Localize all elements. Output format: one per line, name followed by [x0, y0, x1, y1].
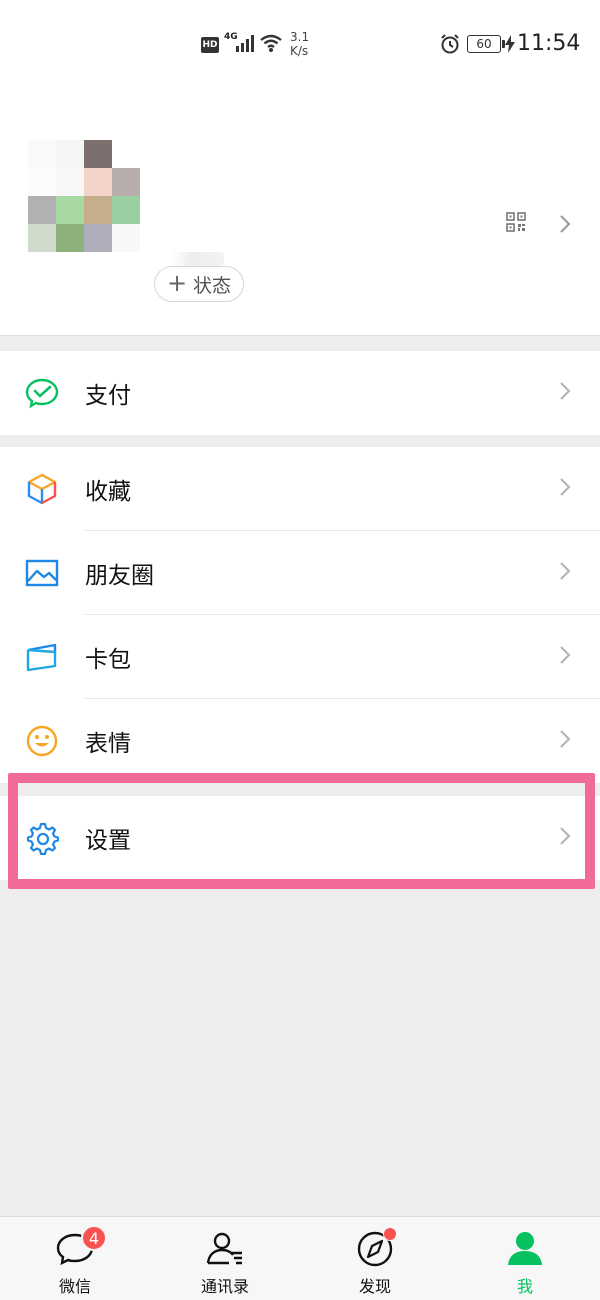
speed-value: 3.1	[290, 30, 310, 44]
chat-bubble-icon: 4	[55, 1225, 107, 1267]
person-icon	[505, 1229, 545, 1267]
alarm-icon	[439, 33, 461, 55]
menu-item-settings[interactable]: 设置	[0, 796, 600, 880]
menu-item-pay-label: 支付	[85, 383, 131, 409]
tab-discover[interactable]: 发现	[315, 1217, 435, 1300]
battery-indicator: 60	[467, 35, 505, 53]
avatar-pixel	[112, 140, 140, 168]
signal-icon	[236, 34, 256, 52]
avatar-pixel	[112, 196, 140, 224]
avatar-pixel	[84, 140, 112, 168]
chevron-right-icon	[558, 214, 572, 238]
smile-icon	[25, 724, 59, 758]
add-status-button[interactable]: + 状态	[154, 266, 244, 302]
profile-header[interactable]: + 状态	[0, 90, 600, 336]
menu-item-favorites[interactable]: 收藏	[0, 447, 600, 531]
chevron-right-icon	[558, 561, 572, 585]
avatar-pixel	[28, 140, 56, 168]
avatar-pixel	[84, 196, 112, 224]
chevron-right-icon	[558, 645, 572, 669]
contacts-icon	[205, 1229, 245, 1267]
menu-item-stickers[interactable]: 表情	[0, 699, 600, 783]
avatar-pixel	[56, 140, 84, 168]
avatar-pixel	[112, 224, 140, 252]
bottom-tab-bar: 4 微信 通讯录 发现 我	[0, 1216, 600, 1300]
tab-chats[interactable]: 4 微信	[15, 1217, 135, 1300]
menu-item-stickers-label: 表情	[85, 731, 131, 757]
avatar-pixel	[28, 224, 56, 252]
avatar-pixel	[28, 196, 56, 224]
menu-item-cards[interactable]: 卡包	[0, 615, 600, 699]
status-button-label: 状态	[193, 274, 232, 297]
charging-icon	[505, 35, 515, 53]
avatar-pixel	[84, 224, 112, 252]
gear-icon	[25, 821, 60, 856]
avatar-pixel	[56, 196, 84, 224]
battery-level: 60	[467, 35, 501, 53]
tab-me[interactable]: 我	[465, 1217, 585, 1300]
avatar-pixel	[28, 168, 56, 196]
status-bar: HD 4G 3.1 K/s 60 11:54	[0, 0, 600, 90]
tab-contacts[interactable]: 通讯录	[165, 1217, 285, 1300]
menu-item-favorites-label: 收藏	[85, 479, 131, 505]
hd-indicator: HD	[201, 37, 219, 53]
speed-unit: K/s	[290, 44, 309, 58]
tab-discover-label: 发现	[358, 1277, 391, 1296]
chevron-right-icon	[558, 729, 572, 753]
image-icon	[25, 556, 59, 590]
menu-item-moments[interactable]: 朋友圈	[0, 531, 600, 615]
tab-contacts-label: 通讯录	[200, 1277, 249, 1296]
cube-icon	[25, 472, 59, 506]
qr-code-icon[interactable]	[506, 212, 526, 236]
menu-item-settings-label: 设置	[85, 828, 131, 854]
avatar-pixel	[84, 168, 112, 196]
wechat-pay-icon	[25, 376, 59, 410]
compass-icon	[355, 1227, 397, 1267]
menu-group-settings: 设置	[0, 796, 600, 880]
chevron-right-icon	[558, 477, 572, 501]
menu-group-main: 收藏 朋友圈 卡包 表情	[0, 447, 600, 783]
tab-me-label: 我	[516, 1277, 533, 1296]
plus-icon: +	[166, 269, 188, 297]
menu-item-cards-label: 卡包	[85, 647, 131, 673]
wifi-icon	[259, 33, 283, 53]
notification-dot	[383, 1227, 397, 1241]
chevron-right-icon	[558, 381, 572, 405]
avatar-pixel	[112, 168, 140, 196]
avatar-pixel	[56, 224, 84, 252]
unread-badge: 4	[81, 1225, 107, 1251]
wallet-icon	[25, 640, 59, 674]
avatar[interactable]	[28, 140, 140, 252]
chevron-right-icon	[558, 826, 572, 850]
clock: 11:54	[517, 31, 581, 56]
network-speed: 3.1 K/s	[290, 30, 309, 58]
avatar-pixel	[56, 168, 84, 196]
menu-group-pay: 支付	[0, 351, 600, 435]
tab-chats-label: 微信	[58, 1277, 91, 1296]
menu-item-pay[interactable]: 支付	[0, 351, 600, 435]
nickname-blurred	[170, 252, 224, 266]
menu-item-moments-label: 朋友圈	[85, 563, 154, 589]
